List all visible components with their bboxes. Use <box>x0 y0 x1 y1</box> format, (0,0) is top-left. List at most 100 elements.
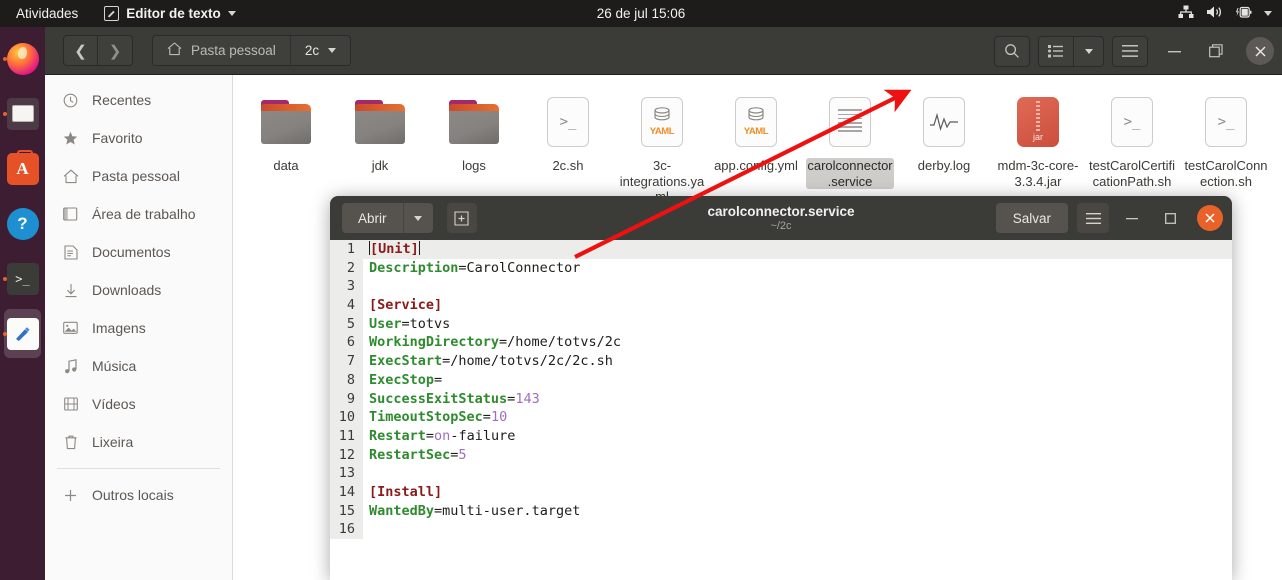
sidebar-item-area-de-trabalho[interactable]: Área de trabalho <box>45 195 232 233</box>
code-line[interactable]: 15 WantedBy=multi-user.target <box>330 501 1232 521</box>
new-tab-icon[interactable] <box>446 203 477 233</box>
file-item-data[interactable]: data <box>239 87 333 205</box>
file-item-jdk[interactable]: jdk <box>333 87 427 205</box>
file-manager-header-actions <box>986 27 1274 75</box>
code-line[interactable]: 3 <box>330 277 1232 297</box>
file-item-logs[interactable]: logs <box>427 87 521 205</box>
firefox-icon <box>6 42 39 75</box>
sidebar-item-label: Área de trabalho <box>92 206 196 222</box>
chevron-down-icon <box>414 215 423 221</box>
code-text: TimeoutStopSec=10 <box>369 409 508 426</box>
sidebar-item-imagens[interactable]: Imagens <box>45 309 232 347</box>
system-indicators[interactable] <box>1178 0 1272 27</box>
file-item-2c-sh[interactable]: >_ 2c.sh <box>521 87 615 205</box>
dock-item-text-editor[interactable] <box>0 306 45 361</box>
maximize-button[interactable] <box>1155 203 1185 233</box>
view-controls <box>1038 35 1104 67</box>
pencil-icon <box>104 6 120 21</box>
code-line[interactable]: 1 [Unit] <box>330 240 1232 259</box>
line-number: 15 <box>330 501 363 521</box>
file-item-3c-integrations-yaml[interactable]: YAML 3c-integrations.yaml <box>615 87 709 205</box>
file-label: mdm-3c-core-3.3.4.jar <box>997 158 1079 189</box>
code-line[interactable]: 8 ExecStop= <box>330 370 1232 390</box>
file-item-testcarolcertificationpath-sh[interactable]: >_ testCarolCertificationPath.sh <box>1085 87 1179 205</box>
app-menu-button[interactable]: Editor de texto <box>92 6 236 21</box>
help-icon: ? <box>6 207 39 240</box>
code-line[interactable]: 11 Restart=on-failure <box>330 426 1232 446</box>
code-line[interactable]: 13 <box>330 464 1232 483</box>
chevron-down-icon <box>328 48 337 53</box>
open-dropdown-button[interactable] <box>402 203 433 233</box>
code-text: RestartSec=5 <box>369 446 467 463</box>
dock-item-software[interactable]: A <box>0 141 45 196</box>
dock-item-help[interactable]: ? <box>0 196 45 251</box>
sidebar-item-lixeira[interactable]: Lixeira <box>45 423 232 461</box>
back-button[interactable]: ❮ <box>63 35 98 66</box>
code-line[interactable]: 6 WorkingDirectory=/home/totvs/2c <box>330 333 1232 353</box>
sidebar-item-videos[interactable]: Vídeos <box>45 385 232 423</box>
code-line[interactable]: 9 SuccessExitStatus=143 <box>330 389 1232 409</box>
code-line[interactable]: 2 Description=CarolConnector <box>330 258 1232 278</box>
hamburger-icon[interactable] <box>1077 203 1109 233</box>
sidebar-item-recentes[interactable]: Recentes <box>45 81 232 119</box>
sidebar-item-favorito[interactable]: Favorito <box>45 119 232 157</box>
folder-icon <box>445 93 503 151</box>
breadcrumb-item-home[interactable]: Pasta pessoal <box>153 36 290 65</box>
open-button[interactable]: Abrir <box>342 203 403 233</box>
code-text: WantedBy=multi-user.target <box>369 502 581 519</box>
dock-item-terminal[interactable]: >_ <box>0 251 45 306</box>
line-number: 7 <box>330 352 363 371</box>
editor-text-area[interactable]: 1 [Unit] 2 Description=CarolConnector 3 4 [Ser… <box>330 240 1232 580</box>
source-code[interactable]: 1 [Unit] 2 Description=CarolConnector 3 4 [Ser… <box>330 240 1232 539</box>
file-item-testcarolconnection-sh[interactable]: >_ testCarolConnection.sh <box>1179 87 1273 205</box>
close-button[interactable] <box>1246 37 1274 65</box>
minimize-button[interactable] <box>1117 203 1147 233</box>
hamburger-icon[interactable] <box>1112 35 1148 67</box>
code-line[interactable]: 10 TimeoutStopSec=10 <box>330 408 1232 427</box>
file-manager-header: ❮ ❯ Pasta pessoal 2c <box>45 27 1282 75</box>
line-number: 13 <box>330 464 363 483</box>
view-dropdown-button[interactable] <box>1074 35 1104 67</box>
minimize-button[interactable] <box>1158 35 1190 67</box>
code-text: User=totvs <box>369 315 451 332</box>
code-line[interactable]: 14 [Install] <box>330 482 1232 502</box>
file-label: testCarolConnection.sh <box>1184 158 1268 189</box>
code-line[interactable]: 12 RestartSec=5 <box>330 445 1232 465</box>
text-cursor <box>418 241 420 255</box>
screen: Atividades Editor de texto 26 de jul 15:… <box>0 0 1282 580</box>
sidebar-item-documentos[interactable]: Documentos <box>45 233 232 271</box>
maximize-button[interactable] <box>1200 35 1232 67</box>
close-button[interactable] <box>1197 205 1223 231</box>
file-label: data <box>273 158 299 173</box>
file-item-carolconnector-service[interactable]: carolconnector.service <box>803 87 897 205</box>
forward-button[interactable]: ❯ <box>98 35 133 66</box>
line-number: 12 <box>330 445 363 465</box>
sidebar-item-musica[interactable]: Música <box>45 347 232 385</box>
code-line[interactable]: 5 User=totvs <box>330 314 1232 334</box>
dock-item-files[interactable] <box>0 86 45 141</box>
sidebar-item-outros-locais[interactable]: Outros locais <box>45 476 232 514</box>
file-label: logs <box>462 158 486 173</box>
battery-icon <box>1235 5 1252 22</box>
breadcrumb-item-2c[interactable]: 2c <box>289 36 351 65</box>
code-line[interactable]: 7 ExecStart=/home/totvs/2c/2c.sh <box>330 352 1232 371</box>
activities-button[interactable]: Atividades <box>0 6 92 21</box>
code-text: ExecStop= <box>369 371 443 388</box>
sidebar-item-downloads[interactable]: Downloads <box>45 271 232 309</box>
code-line[interactable]: 16 <box>330 520 1232 539</box>
save-button[interactable]: Salvar <box>995 203 1068 233</box>
places-sidebar: Recentes Favorito Pasta pessoal Área de … <box>45 75 233 580</box>
file-item-derby-log[interactable]: derby.log <box>897 87 991 205</box>
sidebar-item-pasta-pessoal[interactable]: Pasta pessoal <box>45 157 232 195</box>
search-icon[interactable] <box>994 35 1030 67</box>
text-editor-header-actions: Salvar <box>995 196 1223 240</box>
dock-item-firefox[interactable] <box>0 31 45 86</box>
file-item-app-config-yml[interactable]: YAML app.config.yml <box>709 87 803 205</box>
list-view-icon[interactable] <box>1038 35 1074 67</box>
file-item-mdm-3c-core-jar[interactable]: jar mdm-3c-core-3.3.4.jar <box>991 87 1085 205</box>
code-line[interactable]: 4 [Service] <box>330 296 1232 315</box>
document-icon <box>62 244 79 260</box>
chevron-down-icon <box>227 11 236 16</box>
sidebar-item-label: Vídeos <box>92 396 136 412</box>
chevron-down-icon[interactable] <box>1264 11 1272 16</box>
